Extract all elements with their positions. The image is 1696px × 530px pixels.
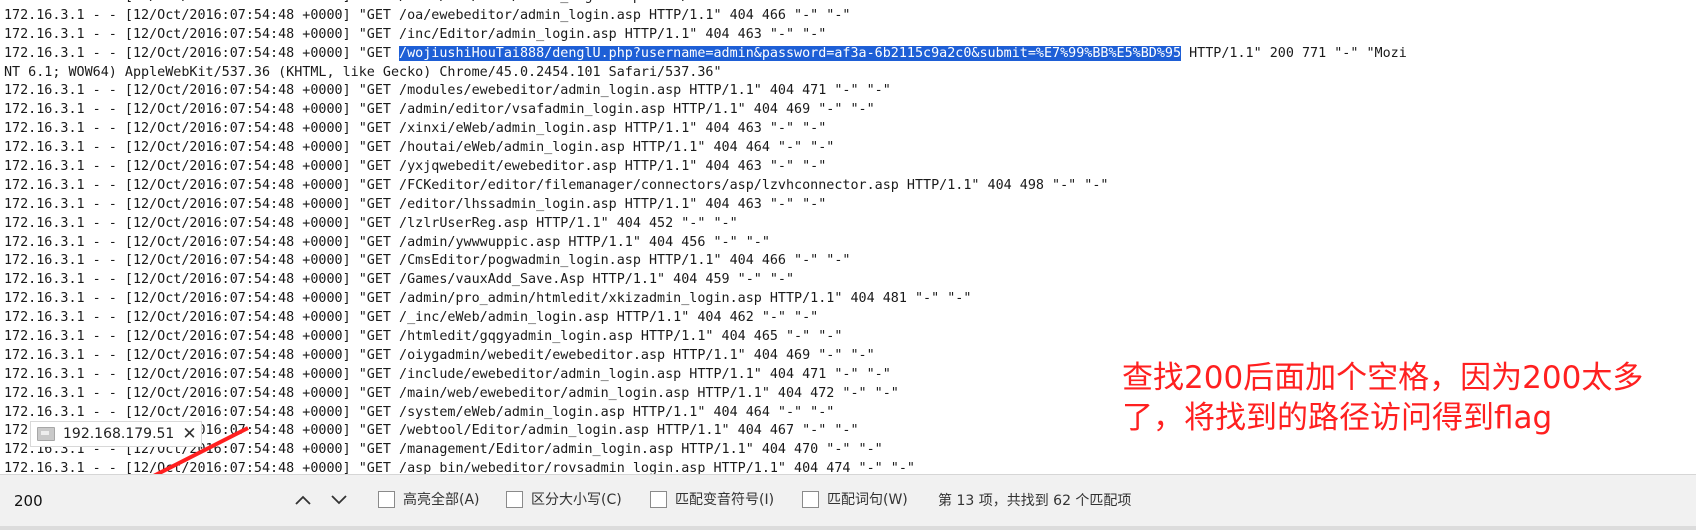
log-text: 172.16.3.1 - - [12/Oct/2016:07:54:48 +00… xyxy=(4,291,972,307)
log-line: 172.16.3.1 - - [12/Oct/2016:07:54:48 +00… xyxy=(4,234,1407,253)
find-previous-button[interactable] xyxy=(290,487,316,513)
log-text: 172.16.3.1 - - [12/Oct/2016:07:54:48 +00… xyxy=(4,366,891,382)
log-line: 172.16.3.1 - - [12/Oct/2016:07:54:48 +00… xyxy=(4,139,1407,158)
log-text: NT 6.1; WOW64) AppleWebKit/537.36 (KHTML… xyxy=(4,64,722,80)
log-text: 172.16.3.1 - - [12/Oct/2016:07:54:48 +00… xyxy=(4,45,400,61)
match-diacritics-label: 匹配变音符号(I) xyxy=(675,492,775,508)
log-line: NT 6.1; WOW64) AppleWebKit/537.36 (KHTML… xyxy=(4,64,1407,83)
log-text: 172.16.3.1 - - [12/Oct/2016:07:54:48 +00… xyxy=(4,26,827,42)
find-next-button[interactable] xyxy=(326,487,352,513)
log-text: 172.16.3.1 - - [12/Oct/2016:07:54:48 +00… xyxy=(4,347,875,363)
match-diacritics-option[interactable]: 匹配变音符号(I) xyxy=(650,489,774,509)
log-text: 172.16.3.1 - - [12/Oct/2016:07:54:48 +00… xyxy=(4,310,819,326)
find-bar: 高亮全部(A) 区分大小写(C) 匹配变音符号(I) 匹配词句(W) 第 13 … xyxy=(0,474,1696,527)
log-text: 172.16.3.1 - - [12/Oct/2016:07:54:48 +00… xyxy=(4,196,827,212)
log-line: 172.16.3.1 - - [12/Oct/2016:07:54:48 +00… xyxy=(4,158,1407,177)
log-text: 172.16.3.1 - - [12/Oct/2016:07:54:48 +00… xyxy=(4,253,851,269)
find-status: 第 13 项，共找到 62 个匹配项 xyxy=(938,493,1132,509)
log-text: 172.16.3.1 - - [12/Oct/2016:07:54:48 +00… xyxy=(4,234,770,250)
log-text: 172.16.3.1 - - [12/Oct/2016:07:54:48 +00… xyxy=(4,404,835,420)
annotation-note: 查找200后面加个空格，因为200太多了，将找到的路径访问得到flag xyxy=(1122,360,1644,436)
match-case-label: 区分大小写(C) xyxy=(531,492,622,508)
whole-words-label: 匹配词句(W) xyxy=(827,492,908,508)
match-case-option[interactable]: 区分大小写(C) xyxy=(506,489,622,509)
log-line: 172.16.3.1 - - [12/Oct/2016:07:54:48 +00… xyxy=(4,441,1407,460)
log-line: 172.16.3.1 - - [12/Oct/2016:07:54:48 +00… xyxy=(4,7,1407,26)
log-line: 172.16.3.1 - - [12/Oct/2016:07:54:48 +00… xyxy=(4,26,1407,45)
log-line: 172.16.3.1 - - [12/Oct/2016:07:54:48 +00… xyxy=(4,101,1407,120)
log-line: 172.16.3.1 - - [12/Oct/2016:07:54:48 +00… xyxy=(4,328,1407,347)
match-diacritics-checkbox[interactable] xyxy=(650,490,667,508)
highlight-all-option[interactable]: 高亮全部(A) xyxy=(378,489,480,509)
log-line: 172.16.3.1 - - [12/Oct/2016:07:54:48 +00… xyxy=(4,82,1407,101)
ip-tooltip[interactable]: 192.168.179.51 ✕ xyxy=(30,421,202,447)
whole-words-option[interactable]: 匹配词句(W) xyxy=(802,489,908,509)
log-text: 172.16.3.1 - - [12/Oct/2016:07:54:48 +00… xyxy=(4,121,827,137)
log-line: 172.16.3.1 - - [12/Oct/2016:07:54:48 +00… xyxy=(4,290,1407,309)
ip-address: 192.168.179.51 xyxy=(63,426,175,442)
log-text: 172.16.3.1 - - [12/Oct/2016:07:54:48 +00… xyxy=(4,159,827,175)
selected-path-text: /wojiushiHouTai888/denglU.php?username=a… xyxy=(399,45,1182,61)
log-line: 172.16.3.1 - - [12/Oct/2016:07:54:48 +00… xyxy=(4,271,1407,290)
log-line: 172.16.3.1 - - [12/Oct/2016:07:54:48 +00… xyxy=(4,215,1407,234)
whole-words-checkbox[interactable] xyxy=(802,490,819,508)
log-line: 172.16.3.1 - - [12/Oct/2016:07:54:48 +00… xyxy=(4,460,1407,474)
log-text: 172.16.3.1 - - [12/Oct/2016:07:54:48 +00… xyxy=(4,177,1109,193)
window-bottom-edge xyxy=(0,526,1696,530)
log-text: 172.16.3.1 - - [12/Oct/2016:07:54:48 +00… xyxy=(4,272,795,288)
log-text: HTTP/1.1" 200 771 "-" "Mozi xyxy=(1181,45,1407,61)
log-line: 172.16.3.1 - - [12/Oct/2016:07:54:48 +00… xyxy=(4,196,1407,215)
log-line: 172.16.3.1 - - [12/Oct/2016:07:54:48 +00… xyxy=(4,309,1407,328)
log-text: 172.16.3.1 - - [12/Oct/2016:07:54:48 +00… xyxy=(4,0,851,4)
log-text: 172.16.3.1 - - [12/Oct/2016:07:54:48 +00… xyxy=(4,102,875,118)
log-text: 172.16.3.1 - - [12/Oct/2016:07:54:48 +00… xyxy=(4,329,843,345)
log-text: 172.16.3.1 - - [12/Oct/2016:07:54:48 +00… xyxy=(4,215,738,231)
highlight-all-checkbox[interactable] xyxy=(378,490,395,508)
log-text: 172.16.3.1 - - [12/Oct/2016:07:54:48 +00… xyxy=(4,83,891,99)
chevron-down-icon xyxy=(331,495,347,505)
log-line: 172.16.3.1 - - [12/Oct/2016:07:54:48 +00… xyxy=(4,0,1407,7)
log-line: 172.16.3.1 - - [12/Oct/2016:07:54:48 +00… xyxy=(4,252,1407,271)
network-icon xyxy=(37,427,55,441)
log-text: 172.16.3.1 - - [12/Oct/2016:07:54:48 +00… xyxy=(4,461,915,474)
find-input[interactable] xyxy=(8,485,280,517)
log-line: 172.16.3.1 - - [12/Oct/2016:07:54:48 +00… xyxy=(4,120,1407,139)
chevron-up-icon xyxy=(295,495,311,505)
log-text: 172.16.3.1 - - [12/Oct/2016:07:54:48 +00… xyxy=(4,385,899,401)
log-text: 172.16.3.1 - - [12/Oct/2016:07:54:48 +00… xyxy=(4,7,851,23)
log-line: 172.16.3.1 - - [12/Oct/2016:07:54:48 +00… xyxy=(4,177,1407,196)
close-icon[interactable]: ✕ xyxy=(182,426,196,443)
match-case-checkbox[interactable] xyxy=(506,490,523,508)
log-line: 172.16.3.1 - - [12/Oct/2016:07:54:48 +00… xyxy=(4,45,1407,64)
highlight-all-label: 高亮全部(A) xyxy=(403,492,480,508)
log-text: 172.16.3.1 - - [12/Oct/2016:07:54:48 +00… xyxy=(4,140,835,156)
